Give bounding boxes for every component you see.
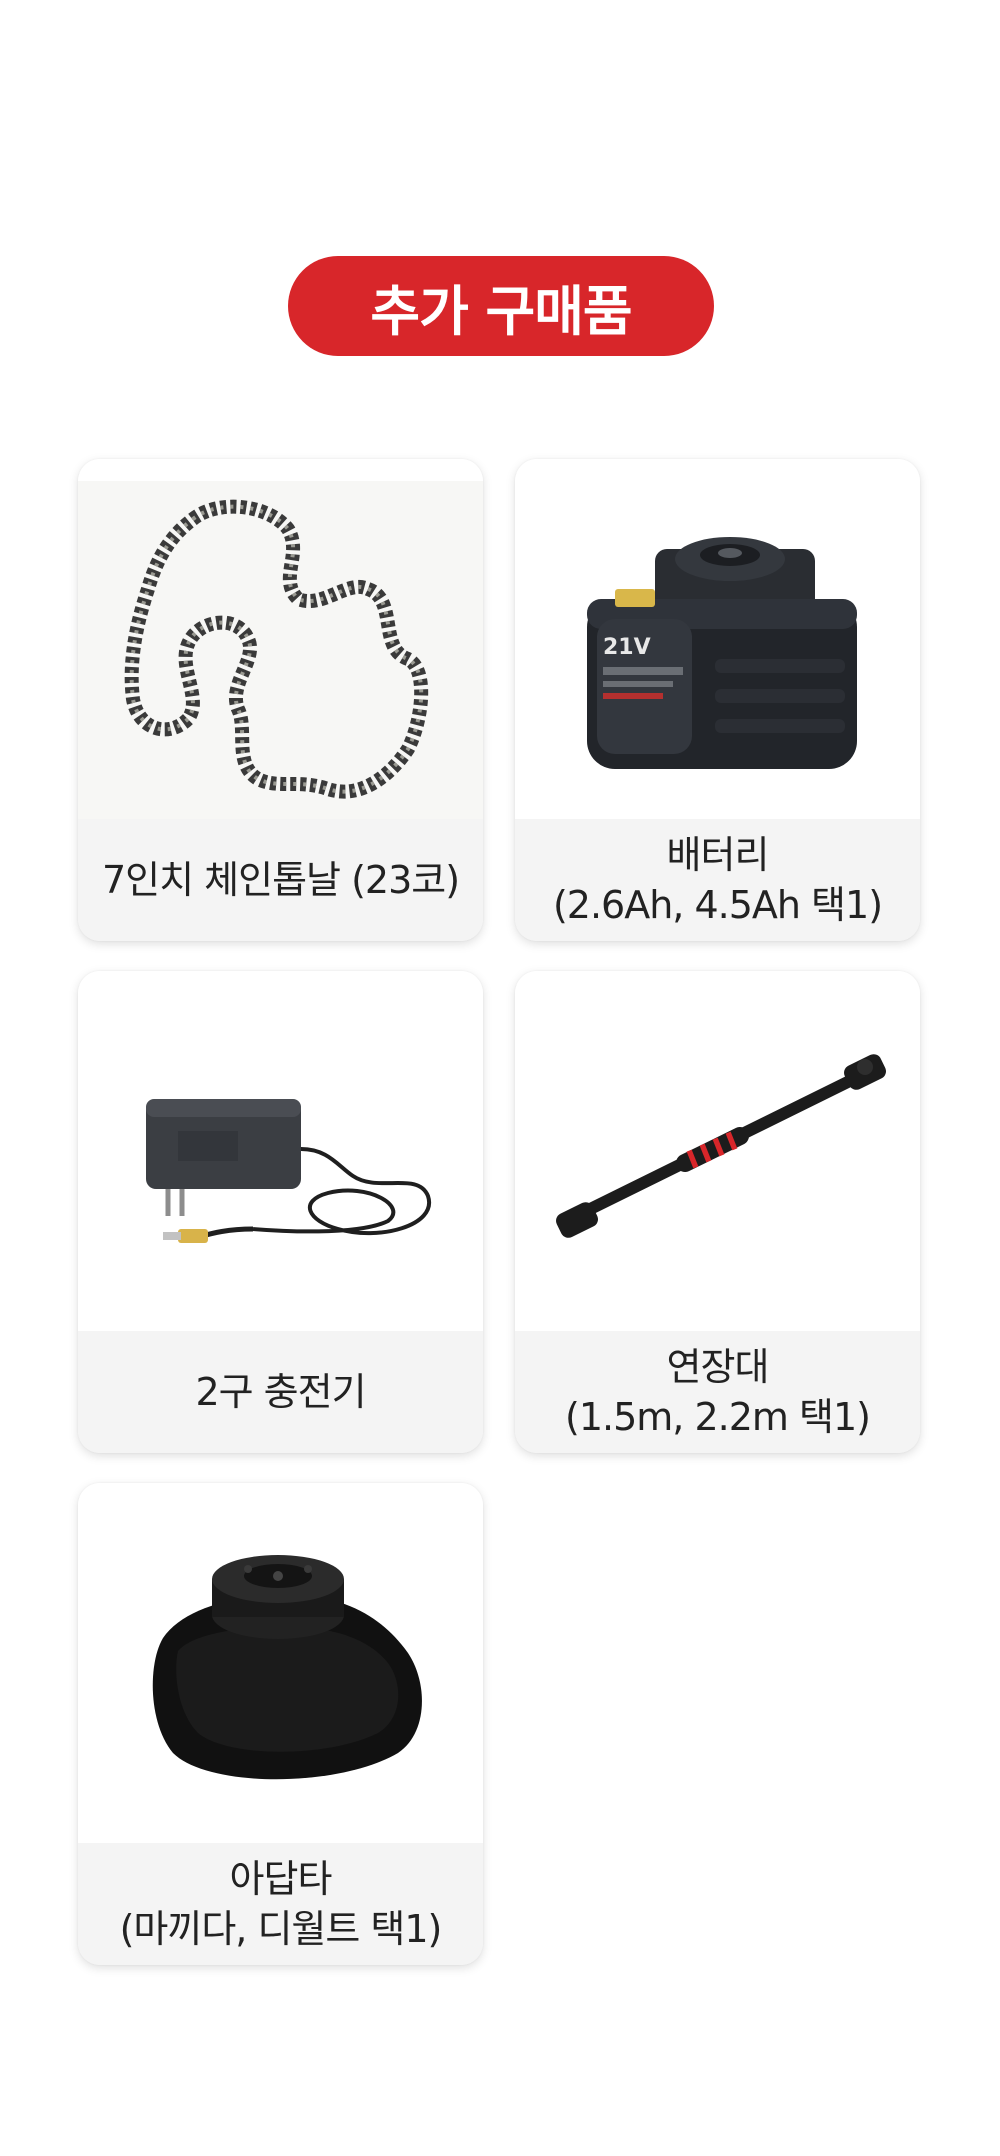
product-card-adapter[interactable]: 아답타 (마끼다, 디월트 택1) [78, 1483, 483, 1965]
product-image-charger [78, 971, 483, 1331]
product-name: 아답타 [229, 1857, 333, 1901]
product-card-extension-pole[interactable]: 연장대 (1.5m, 2.2m 택1) [515, 971, 920, 1453]
product-name: 7인치 체인톱날 (23코) [101, 858, 460, 902]
product-detail: (2.6Ah, 4.5Ah 택1) [552, 883, 883, 927]
product-image-chain [78, 459, 483, 819]
product-caption: 배터리 (2.6Ah, 4.5Ah 택1) [515, 819, 920, 941]
product-name: 배터리 [666, 833, 770, 877]
product-name: 연장대 [666, 1345, 770, 1389]
extension-pole-icon [556, 1054, 886, 1238]
product-caption: 연장대 (1.5m, 2.2m 택1) [515, 1331, 920, 1453]
battery-icon: 21V [587, 537, 857, 769]
product-page: 추가 구매품 7인치 체인톱날 (23코) 21V 배터리 (2.6Ah, 4.… [0, 0, 1000, 2156]
product-detail: (마끼다, 디월트 택1) [119, 1907, 443, 1951]
product-card-chain[interactable]: 7인치 체인톱날 (23코) [78, 459, 483, 941]
section-title: 추가 구매품 [370, 279, 632, 343]
adapter-icon [152, 1555, 422, 1780]
product-image-adapter [78, 1483, 483, 1843]
section-title-badge: 추가 구매품 [288, 256, 714, 356]
product-caption: 7인치 체인톱날 (23코) [78, 819, 483, 941]
product-card-charger[interactable]: 2구 충전기 [78, 971, 483, 1453]
product-image-battery: 21V [515, 459, 920, 819]
product-caption: 2구 충전기 [78, 1331, 483, 1453]
product-detail: (1.5m, 2.2m 택1) [565, 1395, 871, 1439]
product-caption: 아답타 (마끼다, 디월트 택1) [78, 1843, 483, 1965]
product-name: 2구 충전기 [195, 1370, 366, 1414]
product-card-battery[interactable]: 21V 배터리 (2.6Ah, 4.5Ah 택1) [515, 459, 920, 941]
product-image-extension-pole [515, 971, 920, 1331]
chain-icon [78, 481, 483, 819]
svg-text:21V: 21V [603, 635, 651, 660]
charger-icon [146, 1099, 432, 1243]
